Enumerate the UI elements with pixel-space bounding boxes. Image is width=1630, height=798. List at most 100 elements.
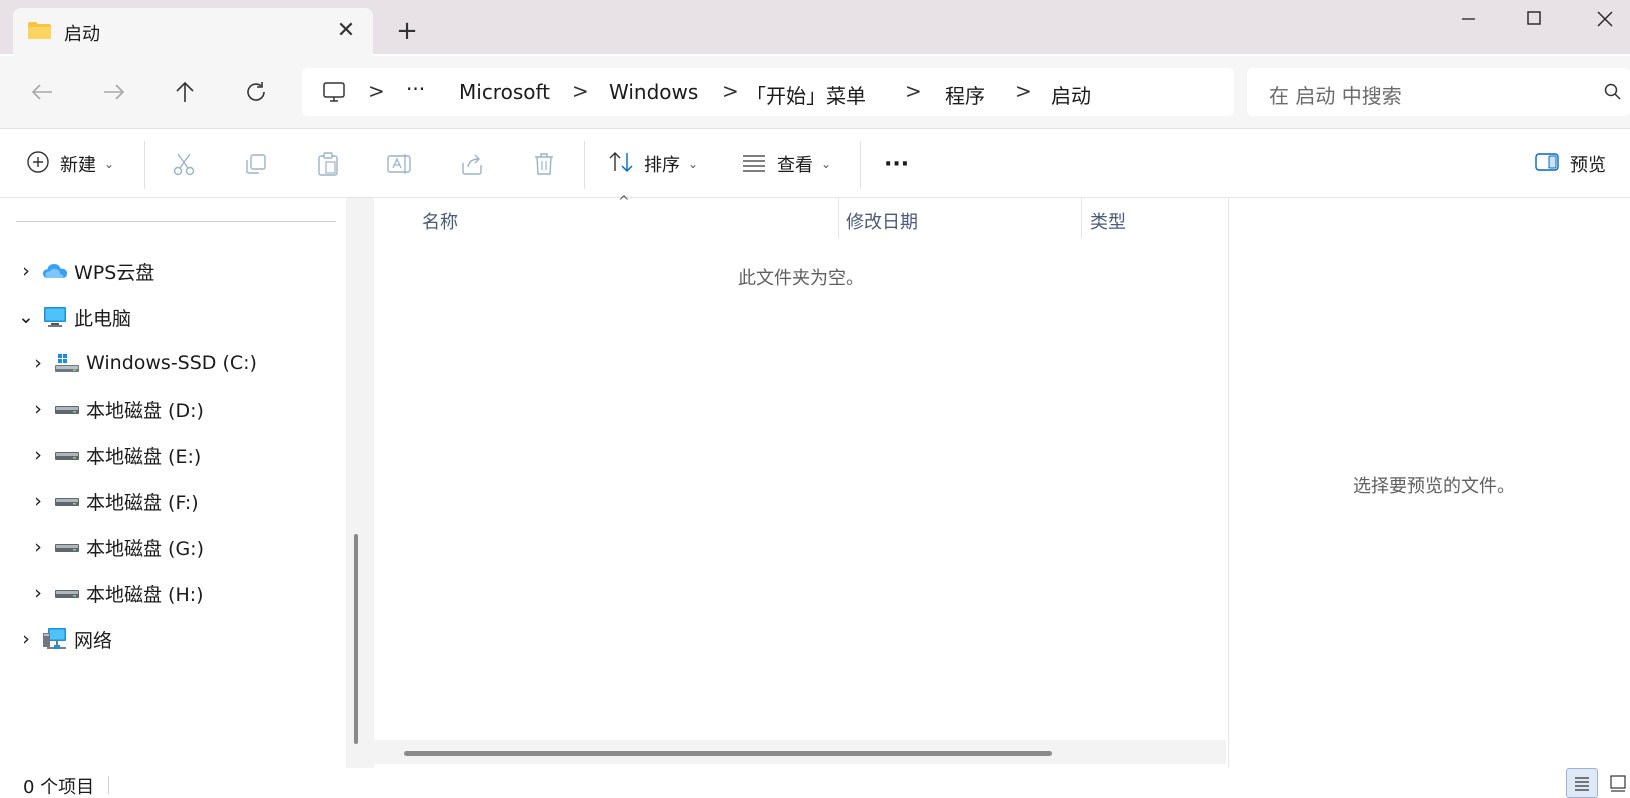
breadcrumb-startup[interactable]: 启动	[1051, 80, 1091, 109]
refresh-button[interactable]	[234, 72, 278, 112]
new-button[interactable]: 新建 ⌄	[26, 149, 114, 179]
chevron-right-icon[interactable]: ›	[26, 398, 50, 420]
sidebar-scrollbar[interactable]	[354, 534, 358, 744]
column-divider[interactable]	[1081, 198, 1082, 238]
large-icons-view-button[interactable]	[1602, 768, 1630, 798]
computer-icon	[42, 305, 68, 329]
file-list: ^ 名称 修改日期 类型 此文件夹为空。	[374, 194, 1228, 768]
breadcrumb-separator[interactable]: >	[1015, 79, 1032, 103]
search-icon[interactable]	[1602, 82, 1622, 107]
breadcrumb-separator[interactable]: >	[368, 79, 385, 103]
monitor-icon[interactable]	[322, 80, 346, 109]
minimize-button[interactable]	[1448, 4, 1488, 34]
close-tab-icon[interactable]: ✕	[331, 16, 361, 46]
drive-icon	[54, 443, 80, 467]
new-tab-button[interactable]: +	[390, 14, 424, 48]
close-window-button[interactable]	[1585, 4, 1625, 34]
details-view-button[interactable]	[1566, 768, 1598, 798]
paste-icon[interactable]	[313, 149, 343, 179]
share-icon[interactable]	[457, 149, 487, 179]
toolbar-divider	[860, 141, 861, 189]
status-divider	[108, 776, 109, 794]
sidebar-item-label: 本地磁盘 (G:)	[86, 537, 204, 560]
column-divider[interactable]	[838, 198, 839, 238]
forward-button[interactable]	[92, 72, 136, 112]
breadcrumb-start-menu[interactable]: 「开始」菜单	[746, 80, 866, 109]
sidebar-item-drive-c[interactable]: › Windows-SSD (C:)	[26, 343, 257, 383]
sidebar-item-label: WPS云盘	[74, 261, 155, 284]
sidebar-item-drive-g[interactable]: › 本地磁盘 (G:)	[26, 527, 204, 567]
windows-drive-icon	[54, 351, 80, 375]
sort-ascending-icon: ^	[618, 194, 630, 210]
sort-button[interactable]: 排序 ⌄	[608, 149, 698, 179]
breadcrumb-separator[interactable]: >	[905, 79, 922, 103]
sidebar-item-drive-h[interactable]: › 本地磁盘 (H:)	[26, 573, 204, 613]
empty-folder-message: 此文件夹为空。	[738, 268, 864, 289]
copy-icon[interactable]	[241, 149, 271, 179]
breadcrumb-microsoft[interactable]: Microsoft	[459, 80, 550, 104]
chevron-down-icon[interactable]: ⌄	[14, 306, 38, 328]
sidebar-item-drive-f[interactable]: › 本地磁盘 (F:)	[26, 481, 199, 521]
cut-icon[interactable]	[169, 149, 199, 179]
breadcrumb-separator[interactable]: >	[572, 79, 589, 103]
column-header-name[interactable]: 名称	[422, 208, 458, 234]
preview-pane-button[interactable]: 预览	[1534, 149, 1606, 179]
horizontal-scrollbar[interactable]	[404, 751, 1052, 756]
delete-icon[interactable]	[529, 149, 559, 179]
more-options-button[interactable]: ···	[884, 149, 909, 179]
breadcrumb-overflow[interactable]: ···	[406, 77, 425, 101]
navigation-bar: > ··· Microsoft > Windows > 「开始」菜单 > 程序 …	[0, 56, 1630, 128]
view-lines-icon	[741, 150, 767, 179]
chevron-right-icon[interactable]: ›	[14, 260, 38, 282]
cloud-icon	[42, 259, 68, 283]
large-icons-view-icon	[1610, 775, 1626, 792]
toolbar-divider	[144, 141, 145, 189]
sidebar-item-this-pc[interactable]: ⌄ 此电脑	[14, 297, 131, 337]
sidebar-item-wps-cloud[interactable]: › WPS云盘	[14, 251, 154, 291]
chevron-right-icon[interactable]: ›	[26, 536, 50, 558]
sidebar-divider	[16, 221, 336, 222]
add-icon	[26, 150, 50, 179]
chevron-down-icon: ⌄	[688, 157, 699, 171]
chevron-right-icon[interactable]: ›	[26, 352, 50, 374]
back-button[interactable]	[20, 72, 64, 112]
chevron-right-icon[interactable]: ›	[26, 582, 50, 604]
view-label: 查看	[777, 155, 813, 176]
sidebar-item-drive-d[interactable]: › 本地磁盘 (D:)	[26, 389, 204, 429]
sidebar-item-label: 网络	[74, 629, 113, 652]
command-bar: 新建 ⌄ 排序 ⌄ 查看 ⌄ ··· 预览	[0, 128, 1630, 198]
chevron-right-icon[interactable]: ›	[26, 444, 50, 466]
chevron-right-icon[interactable]: ›	[26, 490, 50, 512]
breadcrumb-programs[interactable]: 程序	[945, 80, 985, 109]
chevron-right-icon[interactable]: ›	[14, 628, 38, 650]
sidebar-item-label: Windows-SSD (C:)	[86, 352, 257, 374]
column-header-date[interactable]: 修改日期	[846, 208, 918, 234]
address-bar[interactable]: > ··· Microsoft > Windows > 「开始」菜单 > 程序 …	[302, 68, 1234, 116]
sidebar-item-label: 本地磁盘 (H:)	[86, 583, 204, 606]
drive-icon	[54, 489, 80, 513]
navigation-pane: › WPS云盘 ⌄ 此电脑 › Windows-SSD (C:) › 本地磁盘 …	[0, 198, 348, 768]
tab-startup[interactable]: 启动 ✕	[13, 8, 373, 56]
preview-message: 选择要预览的文件。	[1353, 476, 1515, 497]
search-placeholder[interactable]: 在 启动 中搜索	[1269, 80, 1402, 109]
sidebar-item-label: 此电脑	[74, 307, 132, 330]
sidebar-item-label: 本地磁盘 (F:)	[86, 491, 199, 514]
sidebar-item-network[interactable]: › 网络	[14, 619, 112, 659]
chevron-down-icon: ⌄	[821, 157, 832, 171]
view-button[interactable]: 查看 ⌄	[741, 149, 831, 179]
column-header-type[interactable]: 类型	[1090, 208, 1126, 234]
preview-label: 预览	[1570, 155, 1606, 176]
up-button[interactable]	[163, 72, 207, 112]
toolbar-divider	[584, 141, 585, 189]
maximize-button[interactable]	[1514, 4, 1554, 34]
sidebar-item-drive-e[interactable]: › 本地磁盘 (E:)	[26, 435, 201, 475]
sort-label: 排序	[644, 155, 680, 176]
chevron-down-icon: ⌄	[104, 157, 115, 171]
breadcrumb-windows[interactable]: Windows	[609, 80, 698, 104]
breadcrumb-separator[interactable]: >	[722, 79, 739, 103]
search-box[interactable]: 在 启动 中搜索	[1247, 68, 1630, 116]
rename-icon[interactable]	[385, 149, 415, 179]
drive-icon	[54, 397, 80, 421]
new-label: 新建	[60, 155, 96, 176]
pane-splitter[interactable]	[346, 198, 374, 768]
